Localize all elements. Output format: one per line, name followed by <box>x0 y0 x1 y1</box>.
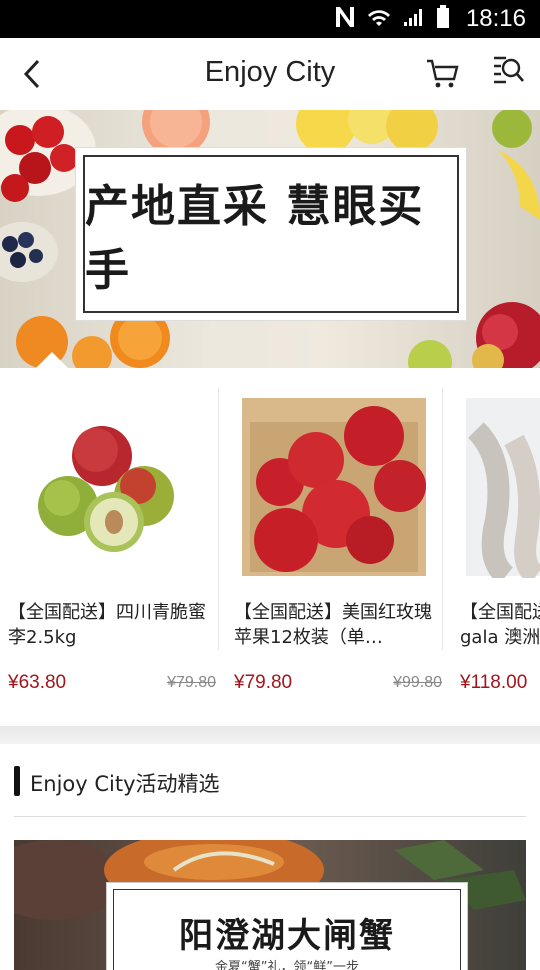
product-name-line2: gala 澳洲 <box>460 627 540 648</box>
battery-icon <box>436 5 450 33</box>
activities-section: Enjoy City活动精选 阳澄湖大闸蟹 金夏“蟹”礼，领“鲜”一步 <box>0 744 540 970</box>
cart-button[interactable] <box>424 55 464 95</box>
banner-text-card: 产地直采 慧眼买手 <box>76 148 466 320</box>
banner-notch <box>36 352 68 368</box>
product-image-shrimp <box>466 398 540 578</box>
banner-headline: 产地直采 慧眼买手 <box>85 181 425 296</box>
product-card-shrimp[interactable]: 【全国配送】 gala 澳洲 ¥118.00 <box>452 368 540 726</box>
product-image-apple <box>242 398 426 576</box>
promo-banner[interactable]: 产地直采 慧眼买手 <box>0 110 540 368</box>
app-header: Enjoy City <box>0 38 540 110</box>
activity-text-card: 阳澄湖大闸蟹 金夏“蟹”礼，领“鲜”一步 <box>106 882 468 970</box>
shopping-cart-icon <box>427 59 459 88</box>
product-original-price: ¥79.80 <box>167 674 216 691</box>
notification-n-icon <box>334 5 356 33</box>
product-name-line1: 【全国配送】 <box>460 602 540 623</box>
activity-card-frame: 阳澄湖大闸蟹 金夏“蟹”礼，领“鲜”一步 <box>113 889 461 970</box>
product-image-plum <box>38 426 174 552</box>
product-divider <box>442 388 443 650</box>
product-carousel[interactable]: 【全国配送】四川青脆蜜李2.5kg ¥63.80 ¥79.80 【全国配送】美国… <box>0 368 540 726</box>
status-time: 18:16 <box>465 5 526 32</box>
activity-banner-crab[interactable]: 阳澄湖大闸蟹 金夏“蟹”礼，领“鲜”一步 <box>14 840 526 970</box>
section-divider <box>14 816 526 817</box>
product-price: ¥118.00 <box>460 672 528 693</box>
status-bar: 18:16 <box>0 0 540 38</box>
product-price: ¥79.80 <box>234 672 293 693</box>
wifi-icon <box>366 6 392 32</box>
section-separator <box>0 726 540 744</box>
back-button[interactable] <box>14 54 50 94</box>
product-name: 【全国配送】 gala 澳洲 <box>460 600 540 652</box>
activity-subtitle: 金夏“蟹”礼，领“鲜”一步 <box>215 960 359 970</box>
signal-icon <box>402 6 426 32</box>
product-card-plum[interactable]: 【全国配送】四川青脆蜜李2.5kg ¥63.80 ¥79.80 <box>0 368 226 726</box>
banner-card-frame: 产地直采 慧眼买手 <box>83 155 459 313</box>
section-title-marker <box>14 766 20 796</box>
product-card-apple[interactable]: 【全国配送】美国红玫瑰苹果12枚装（单… ¥79.80 ¥99.80 <box>226 368 452 726</box>
product-price: ¥63.80 <box>8 672 67 693</box>
product-original-price: ¥99.80 <box>393 674 442 691</box>
search-list-button[interactable] <box>490 53 530 93</box>
section-title: Enjoy City活动精选 <box>30 772 220 796</box>
product-name: 【全国配送】美国红玫瑰苹果12枚装（单… <box>234 602 432 648</box>
product-name: 【全国配送】四川青脆蜜李2.5kg <box>8 602 206 648</box>
chevron-left-icon <box>23 59 40 89</box>
search-list-icon <box>494 56 524 84</box>
product-divider <box>218 388 219 650</box>
activity-title: 阳澄湖大闸蟹 <box>179 916 395 956</box>
